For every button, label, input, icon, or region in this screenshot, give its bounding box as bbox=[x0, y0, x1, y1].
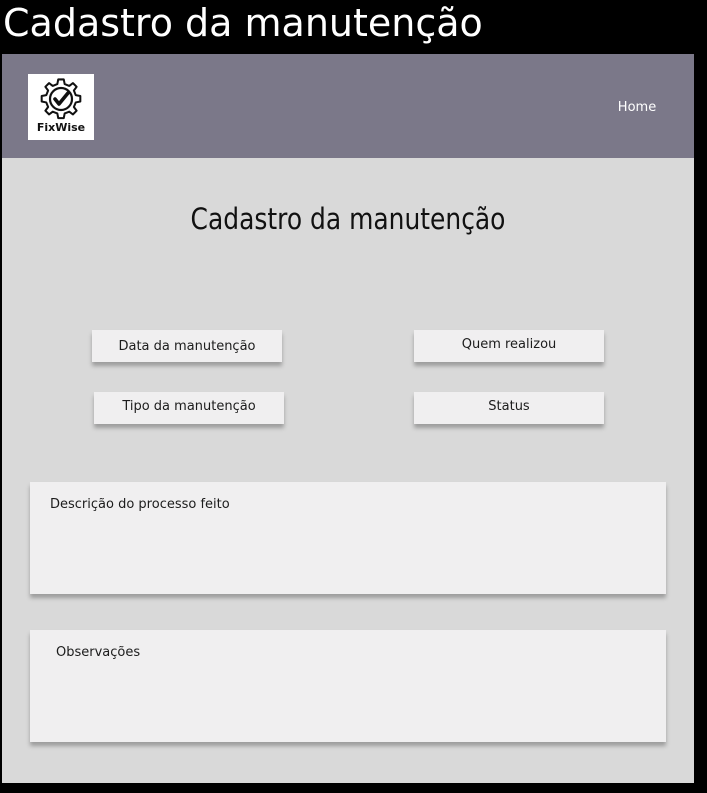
descricao-textarea[interactable]: Descrição do processo feito bbox=[30, 482, 666, 594]
navbar: FixWise Home bbox=[2, 54, 694, 158]
gear-check-icon bbox=[40, 78, 82, 120]
quem-realizou-field[interactable]: Quem realizou bbox=[414, 330, 604, 362]
observacoes-textarea[interactable]: Observações bbox=[30, 630, 666, 742]
window-title: Cadastro da manutenção bbox=[3, 1, 483, 45]
app-frame: FixWise Home Cadastro da manutenção Data… bbox=[2, 54, 694, 783]
logo-text: FixWise bbox=[36, 121, 86, 134]
descricao-placeholder: Descrição do processo feito bbox=[50, 497, 230, 512]
status-field[interactable]: Status bbox=[414, 392, 604, 424]
data-manutencao-field[interactable]: Data da manutenção bbox=[92, 330, 282, 362]
page-title: Cadastro da manutenção bbox=[190, 202, 506, 236]
nav-home-link[interactable]: Home bbox=[610, 98, 664, 118]
observacoes-placeholder: Observações bbox=[56, 645, 141, 660]
tipo-manutencao-field[interactable]: Tipo da manutenção bbox=[94, 392, 284, 424]
fixwise-logo[interactable]: FixWise bbox=[28, 74, 94, 140]
